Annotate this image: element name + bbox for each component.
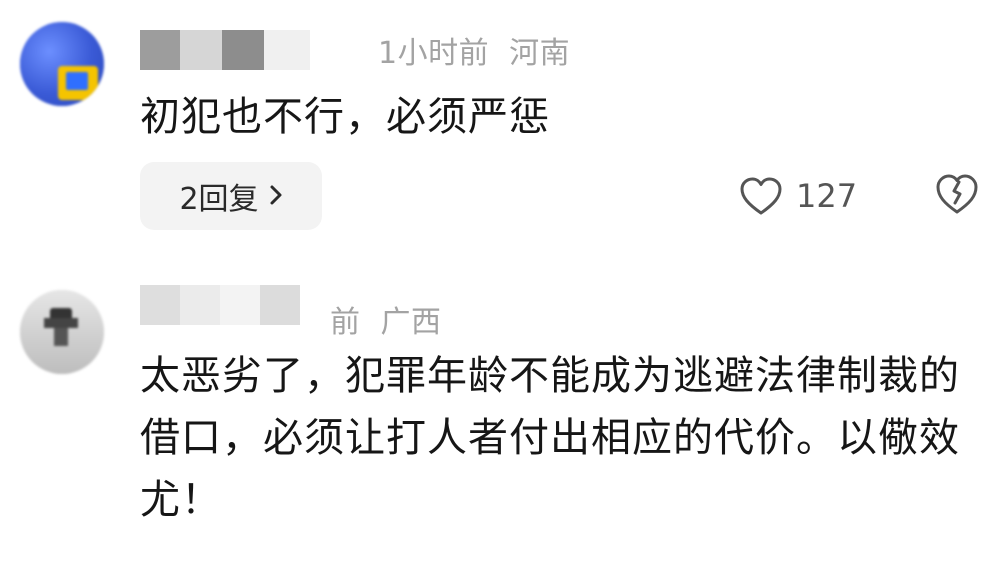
- comment-region: 河南: [509, 36, 571, 71]
- avatar[interactable]: [20, 290, 104, 374]
- comment-text: 初犯也不行，必须严惩: [140, 94, 550, 140]
- replies-label: 2回复: [179, 182, 259, 217]
- comment-item: 1小时前 河南 初犯也不行，必须严惩 2回复 127: [0, 0, 1001, 245]
- comment-item: 前广西 太恶劣了，犯罪年龄不能成为逃避法律制裁的借口，必须让打人者付出相应的代价…: [0, 245, 1001, 563]
- replies-button[interactable]: 2回复: [140, 162, 322, 230]
- comment-meta: 前广西: [330, 297, 442, 341]
- comment-meta: 1小时前 河南: [378, 28, 570, 72]
- dislike-button[interactable]: [932, 170, 982, 220]
- username-redacted: [140, 30, 360, 70]
- broken-heart-icon: [932, 170, 982, 222]
- avatar[interactable]: [20, 22, 104, 106]
- comment-time: 前: [330, 305, 361, 340]
- comment-time: 1小时前: [378, 36, 490, 71]
- comment-text: 太恶劣了，犯罪年龄不能成为逃避法律制裁的借口，必须让打人者付出相应的代价。以儆效…: [140, 353, 960, 523]
- chevron-right-icon: [269, 179, 283, 214]
- heart-outline-icon: [738, 175, 784, 217]
- like-button[interactable]: 127: [738, 170, 857, 222]
- like-count: 127: [796, 177, 858, 215]
- comment-region: 广西: [380, 305, 442, 340]
- username-redacted: [140, 285, 350, 325]
